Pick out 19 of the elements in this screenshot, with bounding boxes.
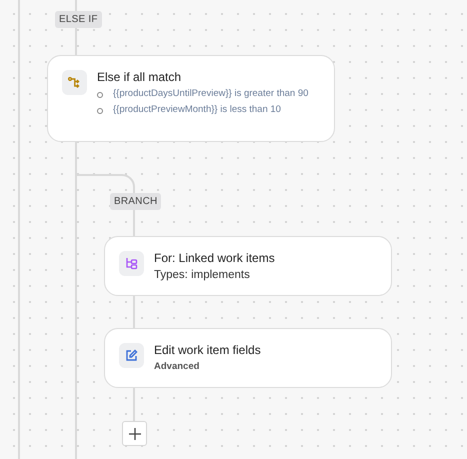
edit-icon: [125, 349, 138, 362]
branch-icon: [68, 76, 81, 89]
else-if-label: ELSE IF: [55, 11, 102, 28]
card-subtitle: Advanced: [154, 361, 200, 372]
condition-text: {{productDaysUntilPreview}} is greater than 90: [113, 88, 308, 100]
plus-icon: [128, 428, 140, 440]
condition-card[interactable]: Else if all match {{productDaysUntilPreview}} is greater than 90 {{productPreviewMonth}} is less than 10: [47, 55, 335, 142]
branch-label: BRANCH: [110, 193, 162, 210]
step-card[interactable]: For: Linked work items Types: implements: [104, 236, 392, 296]
card-title: Else if all match: [97, 70, 182, 84]
bullet-icon: [97, 108, 103, 114]
card-title: For: Linked work items: [154, 251, 275, 265]
card-subtitle: Types: implements: [154, 269, 251, 281]
card-title: Edit work item fields: [154, 343, 261, 357]
hierarchy-icon: [125, 257, 138, 270]
step-card[interactable]: Edit work item fields Advanced: [104, 328, 392, 388]
add-step-button[interactable]: [122, 421, 147, 446]
bullet-icon: [97, 92, 103, 98]
condition-text: {{productPreviewMonth}} is less than 10: [113, 104, 281, 116]
